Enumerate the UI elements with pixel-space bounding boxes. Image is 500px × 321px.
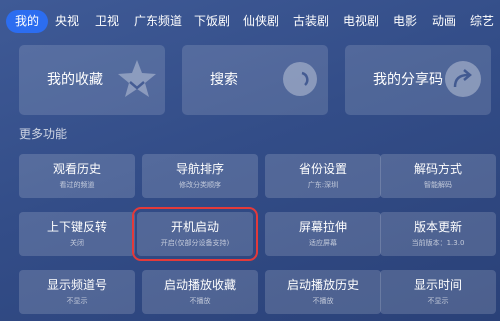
search-card[interactable]: 搜索 [182,45,328,115]
tile-title: 显示频道号 [46,278,107,292]
tile-title: 开机启动 [170,220,219,234]
tile-title: 观看历史 [52,162,101,176]
tile-subtitle: 不播放 [312,297,334,305]
tile-subtitle: 开启(仅部分设备支持) [160,239,230,247]
tile-subtitle: 修改分类顺序 [179,181,221,189]
tile-decode-mode[interactable]: 解码方式 智能解码 [380,154,496,198]
tile-subtitle: 当前版本：1.3.0 [411,239,465,247]
tile-title: 解码方式 [413,162,462,176]
tab-costume[interactable]: 古装剧 [293,10,329,33]
tile-title: 上下键反转 [46,220,107,234]
tab-satellite[interactable]: 卫视 [95,10,119,33]
tab-xiafanju[interactable]: 下饭剧 [194,10,230,33]
tile-title: 版本更新 [413,220,462,234]
tile-key-reverse[interactable]: 上下键反转 关闭 [19,212,135,256]
tile-subtitle: 不播放 [189,297,211,305]
section-title: 更多功能 [19,127,68,141]
category-nav: 我的 央视 卫视 广东频道 下饭剧 仙侠剧 古装剧 电视剧 电影 动画 综艺 [0,0,500,42]
tile-watch-history[interactable]: 观看历史 看过的频道 [19,154,135,198]
tile-title: 显示时间 [413,278,462,292]
tile-subtitle: 不显示 [66,297,88,305]
tile-nav-sort[interactable]: 导航排序 修改分类顺序 [142,154,258,198]
tile-screen-stretch[interactable]: 屏幕拉伸 适应屏幕 [265,212,381,256]
tile-title: 启动播放收藏 [163,278,236,292]
tile-subtitle: 看过的频道 [59,181,95,189]
tab-guangdong[interactable]: 广东频道 [134,10,182,33]
tile-title: 启动播放历史 [286,278,359,292]
tab-variety[interactable]: 综艺 [470,10,494,33]
tile-title: 省份设置 [298,162,347,176]
favorites-card[interactable]: 我的收藏 [19,45,165,115]
tile-title: 导航排序 [175,162,224,176]
tab-xianxia[interactable]: 仙侠剧 [243,10,279,33]
tile-show-channel-number[interactable]: 显示频道号 不显示 [19,270,135,314]
tile-subtitle: 广东:深圳 [307,181,339,189]
tile-subtitle: 智能解码 [424,181,452,189]
tile-version-update[interactable]: 版本更新 当前版本：1.3.0 [380,212,496,256]
tab-cctv[interactable]: 央视 [55,10,79,33]
tab-animation[interactable]: 动画 [432,10,456,33]
share-icon [441,57,485,105]
tile-subtitle: 适应屏幕 [309,239,337,247]
search-icon [278,57,322,105]
star-icon [115,57,159,105]
share-code-card[interactable]: 我的分享码 [345,45,491,115]
tile-show-time[interactable]: 显示时间 不显示 [380,270,496,314]
tile-province[interactable]: 省份设置 广东:深圳 [265,154,381,198]
tab-tv-series[interactable]: 电视剧 [343,10,379,33]
tile-autoplay-favorites[interactable]: 启动播放收藏 不播放 [142,270,258,314]
tab-mine[interactable]: 我的 [6,10,49,33]
tile-subtitle: 不显示 [427,297,449,305]
tile-title: 屏幕拉伸 [298,220,347,234]
tile-boot-start[interactable]: 开机启动 开启(仅部分设备支持) [132,207,258,261]
tile-subtitle: 关闭 [70,239,84,247]
tile-autoplay-history[interactable]: 启动播放历史 不播放 [265,270,381,314]
tab-movies[interactable]: 电影 [393,10,417,33]
